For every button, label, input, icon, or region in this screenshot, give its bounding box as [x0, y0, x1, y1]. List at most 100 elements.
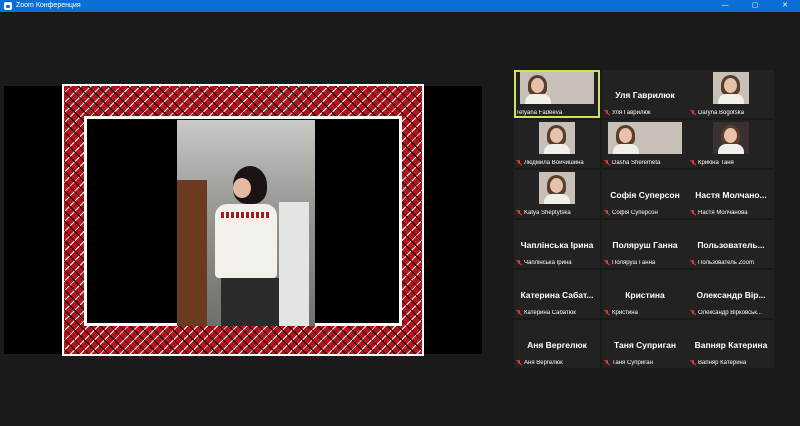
- participant-head: [619, 128, 632, 143]
- participant-head: [724, 78, 737, 93]
- minimize-button[interactable]: —: [710, 0, 740, 12]
- participant-tile[interactable]: Tetyana Fadeeva: [514, 70, 600, 118]
- participant-label: Уля Гаврилюк: [604, 110, 686, 116]
- participant-label: Аня Вергелюк: [516, 360, 598, 366]
- video-door: [177, 180, 207, 326]
- participant-tile[interactable]: Людмила Войчишина: [514, 120, 600, 168]
- participant-video-thumbnail: [539, 172, 575, 204]
- muted-mic-icon: [516, 210, 522, 216]
- participant-label-text: Катерина Сабатюк: [524, 310, 576, 316]
- participant-display-name: Настя Молчано...: [695, 190, 767, 200]
- participant-label-text: Поляруш Ганна: [612, 260, 656, 266]
- shared-content-embroidery-frame: [62, 84, 424, 356]
- participant-label-text: Katya Sheptytska: [524, 210, 571, 216]
- shared-video-feed: [177, 120, 315, 326]
- participant-label-text: Уля Гаврилюк: [612, 110, 651, 116]
- participant-video-thumbnail: [713, 72, 749, 104]
- participant-label-text: Софія Суперсон: [612, 210, 658, 216]
- participant-tile[interactable]: Софія Суперсон Софія Суперсон: [602, 170, 688, 218]
- muted-mic-icon: [604, 210, 610, 216]
- participant-label-text: Dasha Sheremeta: [612, 160, 661, 166]
- muted-mic-icon: [604, 160, 610, 166]
- close-button[interactable]: ✕: [770, 0, 800, 12]
- participant-tile[interactable]: Аня Вергелюк Аня Вергелюк: [514, 320, 600, 368]
- participant-tile[interactable]: Таня Суприган Таня Суприган: [602, 320, 688, 368]
- window-title: Zoom Конференция: [16, 2, 81, 9]
- participant-label: Поляруш Ганна: [604, 260, 686, 266]
- participant-tile[interactable]: Вапняр Катерина Вапняр Катерина: [688, 320, 774, 368]
- video-person-shirt: [215, 204, 277, 278]
- participant-video-thumbnail: [520, 72, 594, 104]
- participant-label: Dasha Sheremeta: [604, 160, 686, 166]
- muted-mic-icon: [604, 310, 610, 316]
- participant-tile[interactable]: Dasha Sheremeta: [602, 120, 688, 168]
- participant-tile[interactable]: Крикіна Таня: [688, 120, 774, 168]
- muted-mic-icon: [690, 260, 696, 266]
- participant-label-text: Tetyana Fadeeva: [516, 110, 563, 116]
- participant-label-text: Таня Суприган: [612, 360, 653, 366]
- participant-label-text: Пользователь Zoom: [698, 260, 754, 266]
- participant-label: Katya Sheptytska: [516, 210, 598, 216]
- participant-label: Настя Молчанова: [690, 210, 772, 216]
- participant-video-thumbnail: [539, 122, 575, 154]
- muted-mic-icon: [604, 110, 610, 116]
- participant-head: [550, 128, 563, 143]
- participant-head: [531, 78, 544, 93]
- maximize-button[interactable]: ▢: [740, 0, 770, 12]
- muted-mic-icon: [604, 360, 610, 366]
- participant-body: [718, 94, 744, 104]
- participant-video-thumbnail: [713, 122, 749, 154]
- participant-tile[interactable]: Daryna Bogotska: [688, 70, 774, 118]
- participant-label: Таня Суприган: [604, 360, 686, 366]
- muted-mic-icon: [690, 210, 696, 216]
- participant-tile[interactable]: Настя Молчано... Настя Молчанова: [688, 170, 774, 218]
- participant-label-text: Настя Молчанова: [698, 210, 748, 216]
- participant-body: [613, 144, 639, 154]
- participant-body: [544, 194, 570, 204]
- participant-label: Пользователь Zoom: [690, 260, 772, 266]
- muted-mic-icon: [690, 160, 696, 166]
- participant-tile[interactable]: Пользователь... Пользователь Zoom: [688, 220, 774, 268]
- participant-display-name: Поляруш Ганна: [612, 240, 678, 250]
- participant-display-name: Аня Вергелюк: [527, 340, 587, 350]
- participant-display-name: Чаплінська Ірина: [520, 240, 594, 250]
- participant-tile[interactable]: Уля Гаврилюк Уля Гаврилюк: [602, 70, 688, 118]
- participant-label: Daryna Bogotska: [690, 110, 772, 116]
- participant-video-thumbnail: [608, 122, 682, 154]
- participant-display-name: Кристина: [625, 290, 665, 300]
- participant-display-name: Пользователь...: [697, 240, 765, 250]
- participant-label: Катерина Сабатюк: [516, 310, 598, 316]
- participant-display-name: Вапняр Катерина: [694, 340, 768, 350]
- window-titlebar: Zoom Конференция — ▢ ✕: [0, 0, 800, 12]
- participant-display-name: Таня Суприган: [614, 340, 676, 350]
- participant-label: Чаплінська Ірина: [516, 260, 598, 266]
- muted-mic-icon: [516, 260, 522, 266]
- participant-label-text: Daryna Bogotska: [698, 110, 745, 116]
- participant-tile[interactable]: Чаплінська Ірина Чаплінська Ірина: [514, 220, 600, 268]
- muted-mic-icon: [690, 110, 696, 116]
- participant-tile[interactable]: Катерина Сабат... Катерина Сабатюк: [514, 270, 600, 318]
- participant-label: Крикіна Таня: [690, 160, 772, 166]
- participant-label: Кристина: [604, 310, 686, 316]
- muted-mic-icon: [516, 160, 522, 166]
- muted-mic-icon: [604, 260, 610, 266]
- video-fridge: [279, 202, 309, 326]
- participant-head: [724, 128, 737, 143]
- zoom-app-icon: [4, 2, 12, 10]
- participant-label-text: Кристина: [612, 310, 638, 316]
- participant-tile[interactable]: Katya Sheptytska: [514, 170, 600, 218]
- participant-label: Вапняр Катерина: [690, 360, 772, 366]
- participant-label-text: Крикіна Таня: [698, 160, 734, 166]
- participant-display-name: Уля Гаврилюк: [615, 90, 675, 100]
- participant-tile[interactable]: Олександр Вір... Олександр Вірковськ...: [688, 270, 774, 318]
- muted-mic-icon: [516, 310, 522, 316]
- participant-label: Олександр Вірковськ...: [690, 310, 772, 316]
- muted-mic-icon: [690, 360, 696, 366]
- participant-body: [718, 144, 744, 154]
- participant-display-name: Олександр Вір...: [696, 290, 766, 300]
- participant-tile[interactable]: Поляруш Ганна Поляруш Ганна: [602, 220, 688, 268]
- participant-label: Людмила Войчишина: [516, 160, 598, 166]
- video-person-face: [233, 178, 251, 198]
- participant-label-text: Вапняр Катерина: [698, 360, 747, 366]
- participant-tile[interactable]: Кристина Кристина: [602, 270, 688, 318]
